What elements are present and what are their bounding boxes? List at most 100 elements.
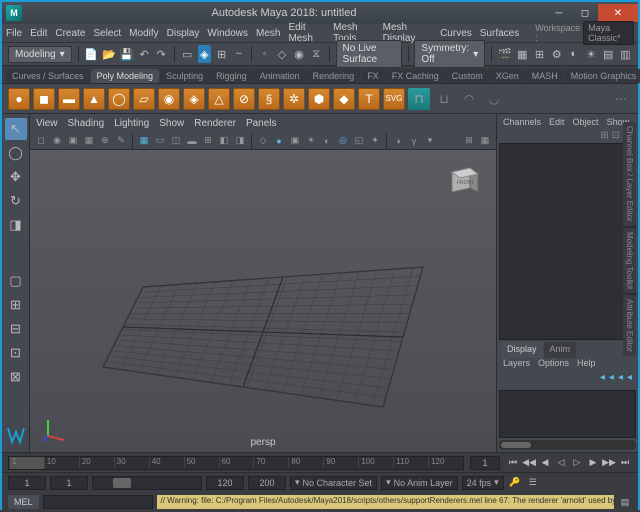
maximize-button[interactable]: ◻ [572,4,598,22]
module-dropdown[interactable]: Modeling▾ [8,46,72,63]
side-tab-modeling[interactable]: Modeling Toolkit [623,228,636,293]
history-icon[interactable]: ⧖ [310,45,323,63]
fps-dd[interactable]: 24 fps▾ [462,476,504,490]
redo-icon[interactable]: ↷ [155,45,168,63]
layout-two-h[interactable]: ⊟ [5,318,27,340]
ipr-icon[interactable]: ▦ [516,45,529,63]
render-icon[interactable]: 🎬 [498,45,512,63]
range-start[interactable]: 1 [8,476,46,490]
res-gate-icon[interactable]: ◫ [169,134,183,148]
shelf-fx[interactable]: FX [361,69,385,83]
poly-cube-icon[interactable]: ◼ [33,88,55,110]
cb-object[interactable]: Object [573,117,599,127]
xray-icon[interactable]: ◱ [352,134,366,148]
mel-button[interactable]: MEL [8,495,39,509]
layer-tab-display[interactable]: Display [501,342,543,358]
workspace-selector[interactable]: Workspace : Maya Classic* [535,21,634,45]
viewport[interactable]: FRONT persp [30,150,496,452]
panel-panels[interactable]: Panels [246,118,277,129]
panel-lighting[interactable]: Lighting [114,118,149,129]
menu-mesh[interactable]: Mesh [256,28,280,39]
vtransform-icon[interactable]: ▾ [423,134,437,148]
menu-select[interactable]: Select [93,28,121,39]
panel-config-icon[interactable]: ⊞ [462,134,476,148]
menu-surfaces[interactable]: Surfaces [480,28,519,39]
layout-single[interactable]: ▢ [5,270,27,292]
cb-channels[interactable]: Channels [503,117,541,127]
render-settings-icon[interactable]: ⚙ [550,45,563,63]
charset-dd[interactable]: ▾No Character Set [290,476,377,490]
poly-svg-icon[interactable]: SVG [383,88,405,110]
select-tool[interactable]: ↖ [5,118,27,140]
poly-sep-icon[interactable]: ⊔ [433,88,455,110]
range-vis-end[interactable]: 120 [206,476,244,490]
panel-view[interactable]: View [36,118,58,129]
poly-gear-icon[interactable]: ✲ [283,88,305,110]
shelf-mograph[interactable]: Motion Graphics [565,69,640,83]
prefs-icon[interactable]: ☰ [526,476,540,490]
cb-icon1[interactable]: ⊞ [600,130,608,141]
minimize-button[interactable]: ─ [546,4,572,22]
menu-edit[interactable]: Edit [30,28,47,39]
step-fwd-icon[interactable]: ▶ [586,456,600,470]
shelf-render[interactable]: Rendering [307,69,361,83]
layout-out[interactable]: ⊠ [5,366,27,388]
viewcube[interactable]: FRONT [442,160,482,200]
panel-show[interactable]: Show [159,118,184,129]
step-back-icon[interactable]: ◀ [538,456,552,470]
step-back-key-icon[interactable]: ◀◀ [522,456,536,470]
panel-shading[interactable]: Shading [68,118,105,129]
range-end[interactable]: 200 [248,476,286,490]
poly-pipe-icon[interactable]: ⊘ [233,88,255,110]
move-tool[interactable]: ✥ [5,166,27,188]
poly-cone-icon[interactable]: ▲ [83,88,105,110]
layer-scrollbar[interactable] [499,440,636,450]
toggle-panel2-icon[interactable]: ▥ [619,45,632,63]
current-frame[interactable]: 1 [470,456,500,470]
poly-pyramid-icon[interactable]: △ [208,88,230,110]
toggle-panel-icon[interactable]: ▤ [602,45,615,63]
hypershade-icon[interactable]: ◐ [567,45,580,63]
live-surface-dropdown[interactable]: No Live Surface [336,40,402,68]
play-back-icon[interactable]: ◁ [554,456,568,470]
wireframe-icon[interactable]: ◇ [256,134,270,148]
cb-edit[interactable]: Edit [549,117,565,127]
side-tab-channelbox[interactable]: Channel Box / Layer Editor [623,122,636,226]
poly-superellipse-icon[interactable]: ◆ [333,88,355,110]
side-tab-attr[interactable]: Attribute Editor [623,295,636,356]
play-fwd-icon[interactable]: ▷ [570,456,584,470]
animlayer-dd[interactable]: ▾No Anim Layer [381,476,458,490]
gate-mask-icon[interactable]: ▬ [185,134,199,148]
poly-sphere-icon[interactable]: ● [8,88,30,110]
time-slider[interactable]: 110 2030 4050 6070 8090 100110 120 [8,456,464,470]
poly-smooth-icon[interactable]: ◠ [458,88,480,110]
select-mode-icon[interactable]: ◈ [198,45,211,63]
range-vis-start[interactable]: 1 [50,476,88,490]
xray-j-icon[interactable]: ✦ [368,134,382,148]
poly-type-icon[interactable]: T [358,88,380,110]
layer-del-icon[interactable]: ◂ [627,372,632,388]
open-scene-icon[interactable]: 📂 [102,45,116,63]
shelf-sculpt[interactable]: Sculpting [160,69,209,83]
shelf-xgen[interactable]: XGen [490,69,525,83]
grease-icon[interactable]: ✎ [114,134,128,148]
lights-icon[interactable]: ☀ [304,134,318,148]
poly-combine-icon[interactable]: ⊓ [408,88,430,110]
new-scene-icon[interactable]: 📄 [84,45,98,63]
snap-grid-icon[interactable]: ⊞ [215,45,228,63]
cb-icon2[interactable]: ⊡ [612,130,620,141]
command-input[interactable] [43,495,153,509]
textured-icon[interactable]: ▣ [288,134,302,148]
undo-icon[interactable]: ↶ [137,45,150,63]
shelf-custom[interactable]: Custom [446,69,489,83]
layer-tab-anim[interactable]: Anim [544,342,577,358]
step-fwd-key-icon[interactable]: ▶▶ [602,456,616,470]
shelf-poly[interactable]: Poly Modeling [91,69,160,83]
snap-live-icon[interactable]: ◉ [292,45,305,63]
poly-disc-icon[interactable]: ◉ [158,88,180,110]
shelf-curves[interactable]: Curves / Surfaces [6,69,90,83]
safe-action-icon[interactable]: ◧ [217,134,231,148]
image-plane-icon[interactable]: ▦ [82,134,96,148]
bookmark-icon[interactable]: ▣ [66,134,80,148]
shelf-mash[interactable]: MASH [526,69,564,83]
